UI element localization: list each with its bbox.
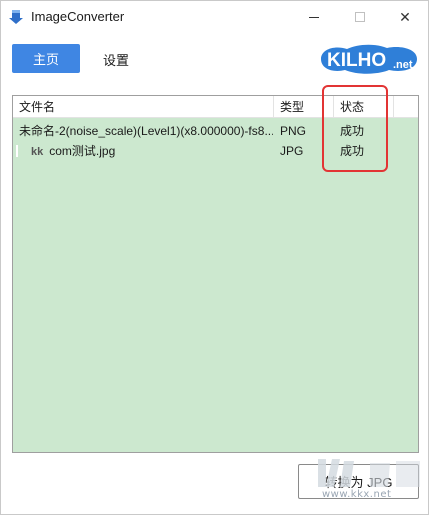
minimize-icon [309, 16, 319, 18]
close-button[interactable]: ✕ [382, 1, 428, 33]
file-list[interactable]: 文件名 类型 状态 未命名-2(noise_scale)(Level1)(x8.… [12, 95, 419, 453]
file-name-cell: kk com测试.jpg [19, 141, 273, 162]
list-header: 文件名 类型 状态 [13, 96, 418, 118]
home-tab-button[interactable]: 主页 [12, 44, 80, 73]
kk-watermark-prefix: kk [31, 146, 44, 158]
file-type: JPG [280, 144, 304, 158]
app-window: ImageConverter ✕ 主页 设置 KILHO .net 文件名 类型… [0, 0, 429, 515]
column-header-type[interactable]: 类型 [274, 96, 334, 118]
app-icon [9, 10, 23, 24]
file-status: 成功 [340, 124, 365, 138]
window-title: ImageConverter [31, 9, 125, 24]
file-row[interactable]: 未命名-2(noise_scale)(Level1)(x8.000000)-fs… [13, 121, 418, 141]
title-bar[interactable]: ImageConverter ✕ [1, 1, 428, 33]
minimize-button[interactable] [291, 1, 337, 33]
column-header-status[interactable]: 状态 [334, 96, 394, 118]
convert-to-jpg-button[interactable]: 转换为 JPG [298, 464, 419, 499]
file-name: 未命名-2(noise_scale)(Level1)(x8.000000)-fs… [19, 124, 273, 138]
close-icon: ✕ [399, 8, 411, 25]
settings-tab[interactable]: 设置 [103, 50, 129, 69]
row-marker [16, 145, 18, 157]
svg-text:KILHO: KILHO [327, 50, 386, 71]
maximize-icon [355, 12, 365, 22]
file-name: com测试.jpg [49, 144, 116, 158]
column-header-filename[interactable]: 文件名 [13, 96, 274, 118]
svg-text:.net: .net [393, 59, 413, 71]
file-status: 成功 [340, 144, 365, 158]
file-row[interactable]: kk com测试.jpg JPG 成功 [13, 141, 418, 161]
kilho-logo: KILHO .net [321, 44, 417, 74]
maximize-button[interactable] [337, 1, 383, 33]
file-type: PNG [280, 124, 307, 138]
